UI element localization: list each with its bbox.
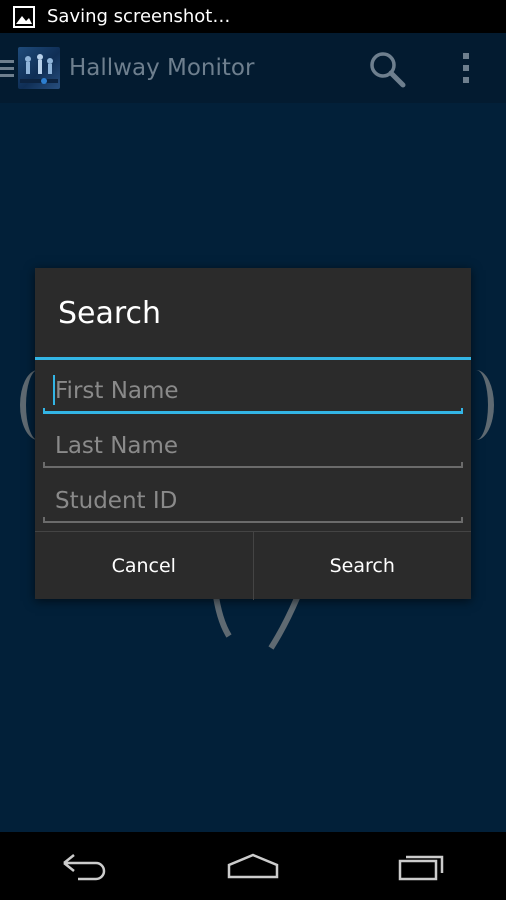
- recent-apps-button[interactable]: [394, 846, 450, 886]
- recent-apps-icon: [398, 855, 443, 881]
- first-name-underline: [43, 408, 463, 414]
- image-icon: [13, 5, 35, 28]
- home-button[interactable]: [225, 846, 281, 886]
- search-button[interactable]: Search: [254, 532, 472, 600]
- search-dialog: Search Cancel Search: [35, 268, 471, 600]
- drawer-icon[interactable]: [0, 58, 14, 78]
- app-logo-graphic: [20, 54, 58, 84]
- home-icon: [227, 853, 279, 879]
- student-id-underline: [43, 517, 463, 523]
- back-icon: [63, 854, 106, 881]
- dialog-title: Search: [58, 296, 162, 331]
- dialog-button-bar: Cancel Search: [35, 531, 471, 600]
- search-icon[interactable]: [368, 50, 406, 88]
- action-bar: Hallway Monitor: [0, 33, 506, 103]
- text-cursor: [53, 375, 55, 405]
- app-title: Hallway Monitor: [69, 55, 255, 81]
- navigation-bar: [0, 832, 506, 900]
- status-text: Saving screenshot…: [47, 6, 231, 27]
- back-button[interactable]: [56, 846, 112, 886]
- last-name-underline: [43, 462, 463, 468]
- first-name-input[interactable]: [43, 369, 463, 413]
- title-divider: [35, 357, 471, 360]
- cancel-button[interactable]: Cancel: [35, 532, 253, 600]
- status-bar: Saving screenshot…: [0, 0, 506, 33]
- overflow-menu-icon[interactable]: [456, 51, 476, 85]
- app-logo[interactable]: [18, 47, 60, 89]
